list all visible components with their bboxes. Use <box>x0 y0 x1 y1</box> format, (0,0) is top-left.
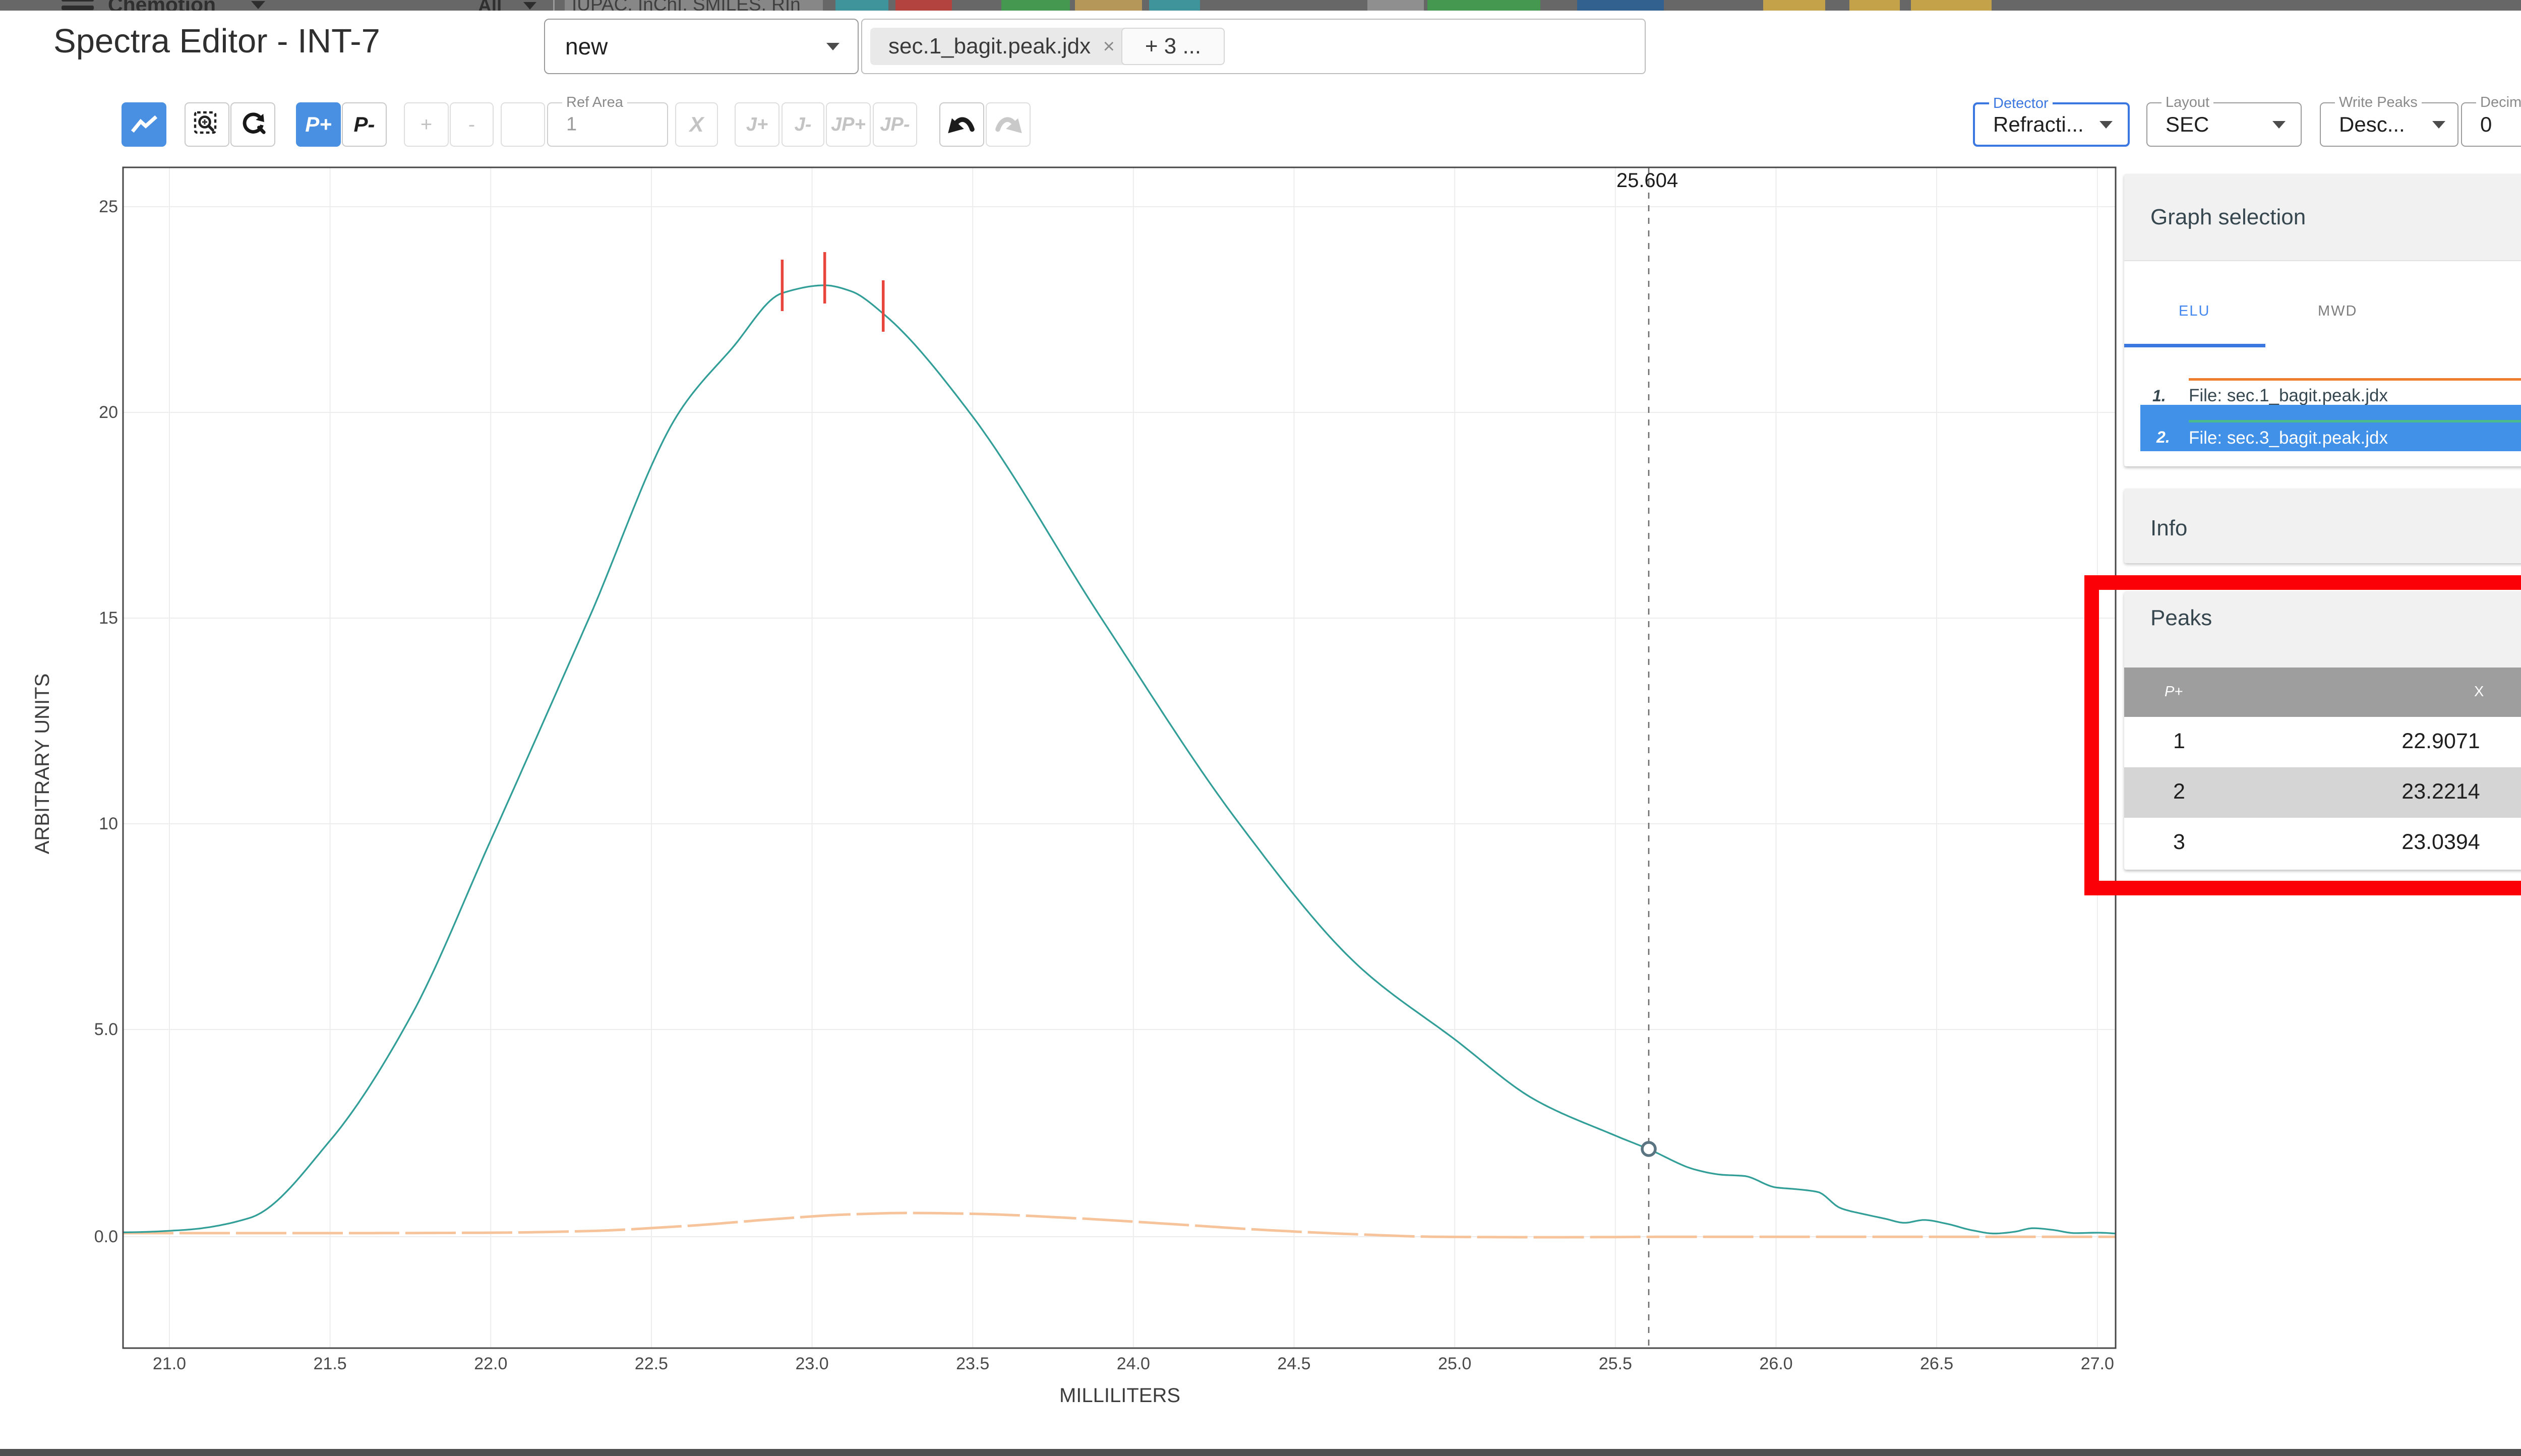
svg-text:22.0: 22.0 <box>474 1354 507 1373</box>
svg-text:15: 15 <box>99 609 118 628</box>
svg-text:ARBITRARY UNITS: ARBITRARY UNITS <box>31 674 53 855</box>
svg-text:22.5: 22.5 <box>635 1354 668 1373</box>
svg-text:21.0: 21.0 <box>153 1354 186 1373</box>
svg-text:MILLILITERS: MILLILITERS <box>1059 1384 1180 1407</box>
svg-text:27.0: 27.0 <box>2081 1354 2114 1373</box>
svg-text:23.5: 23.5 <box>956 1354 989 1373</box>
svg-text:26.0: 26.0 <box>1759 1354 1792 1373</box>
svg-text:25.0: 25.0 <box>1438 1354 1471 1373</box>
svg-text:23.0: 23.0 <box>796 1354 829 1373</box>
svg-text:20: 20 <box>99 403 118 422</box>
svg-text:10: 10 <box>99 814 118 833</box>
svg-text:26.5: 26.5 <box>1920 1354 1953 1373</box>
svg-text:0.0: 0.0 <box>94 1227 118 1246</box>
svg-text:25: 25 <box>99 197 118 216</box>
svg-text:24.5: 24.5 <box>1277 1354 1310 1373</box>
svg-text:25.5: 25.5 <box>1599 1354 1632 1373</box>
svg-text:5.0: 5.0 <box>94 1020 118 1039</box>
svg-text:24.0: 24.0 <box>1117 1354 1150 1373</box>
svg-text:25.604: 25.604 <box>1616 169 1678 192</box>
svg-text:21.5: 21.5 <box>314 1354 347 1373</box>
